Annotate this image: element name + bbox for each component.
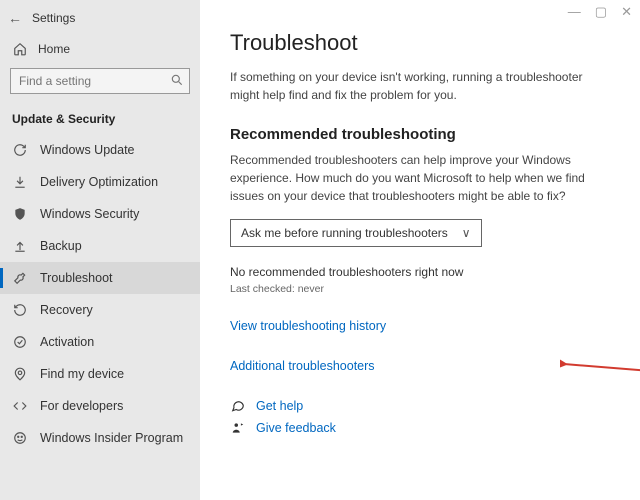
search-field[interactable] [10, 68, 190, 94]
app-title: Settings [32, 11, 75, 25]
sidebar: ← Settings Home Update & Security Window… [0, 0, 200, 500]
get-help-link[interactable]: Get help [230, 399, 610, 413]
sidebar-item-troubleshoot[interactable]: Troubleshoot [0, 262, 200, 294]
chat-icon [230, 399, 246, 413]
sidebar-item-label: Find my device [40, 367, 124, 381]
section-heading: Recommended troubleshooting [230, 126, 610, 143]
last-checked: Last checked: never [230, 283, 610, 295]
sidebar-item-find-my-device[interactable]: Find my device [0, 358, 200, 390]
history-link[interactable]: View troubleshooting history [230, 319, 386, 333]
status-text: No recommended troubleshooters right now [230, 265, 610, 279]
shield-icon [12, 207, 28, 221]
sidebar-item-label: Activation [40, 335, 94, 349]
page-title: Troubleshoot [230, 30, 610, 56]
section-text: Recommended troubleshooters can help imp… [230, 151, 590, 205]
recovery-icon [12, 303, 28, 317]
get-help-label: Get help [256, 399, 303, 413]
sidebar-item-label: Backup [40, 239, 82, 253]
search-icon [170, 73, 184, 90]
sidebar-item-label: Windows Insider Program [40, 431, 183, 445]
category-header: Update & Security [0, 106, 200, 134]
sidebar-item-label: Troubleshoot [40, 271, 113, 285]
insider-icon [12, 431, 28, 445]
sidebar-item-windows-update[interactable]: Windows Update [0, 134, 200, 166]
troubleshoot-mode-select[interactable]: Ask me before running troubleshooters ∨ [230, 219, 482, 247]
sidebar-item-label: For developers [40, 399, 123, 413]
sidebar-item-for-developers[interactable]: For developers [0, 390, 200, 422]
close-icon[interactable]: ✕ [621, 4, 632, 20]
wrench-icon [12, 271, 28, 285]
sidebar-item-delivery-optimization[interactable]: Delivery Optimization [0, 166, 200, 198]
sidebar-item-label: Windows Update [40, 143, 135, 157]
minimize-icon[interactable]: — [568, 4, 581, 20]
dropdown-value: Ask me before running troubleshooters [241, 226, 448, 240]
search-input[interactable] [10, 68, 190, 94]
additional-troubleshooters-link[interactable]: Additional troubleshooters [230, 359, 375, 373]
check-icon [12, 335, 28, 349]
home-button[interactable]: Home [0, 34, 200, 64]
sidebar-item-insider[interactable]: Windows Insider Program [0, 422, 200, 454]
delivery-icon [12, 175, 28, 189]
feedback-icon [230, 421, 246, 435]
developer-icon [12, 399, 28, 413]
chevron-down-icon: ∨ [462, 226, 471, 240]
sidebar-item-windows-security[interactable]: Windows Security [0, 198, 200, 230]
main-content: — ▢ ✕ Troubleshoot If something on your … [200, 0, 640, 500]
backup-icon [12, 239, 28, 253]
location-icon [12, 367, 28, 381]
sidebar-item-backup[interactable]: Backup [0, 230, 200, 262]
titlebar: ← Settings [0, 6, 200, 34]
sidebar-item-label: Delivery Optimization [40, 175, 158, 189]
sidebar-item-activation[interactable]: Activation [0, 326, 200, 358]
home-label: Home [38, 42, 70, 56]
home-icon [12, 42, 28, 56]
window-controls: — ▢ ✕ [568, 4, 632, 20]
sidebar-item-recovery[interactable]: Recovery [0, 294, 200, 326]
maximize-icon[interactable]: ▢ [595, 4, 607, 20]
give-feedback-label: Give feedback [256, 421, 336, 435]
sidebar-item-label: Recovery [40, 303, 93, 317]
page-intro: If something on your device isn't workin… [230, 68, 590, 104]
sidebar-item-label: Windows Security [40, 207, 139, 221]
sync-icon [12, 143, 28, 157]
give-feedback-link[interactable]: Give feedback [230, 421, 610, 435]
back-icon[interactable]: ← [8, 10, 22, 26]
annotation-arrow [560, 358, 640, 380]
